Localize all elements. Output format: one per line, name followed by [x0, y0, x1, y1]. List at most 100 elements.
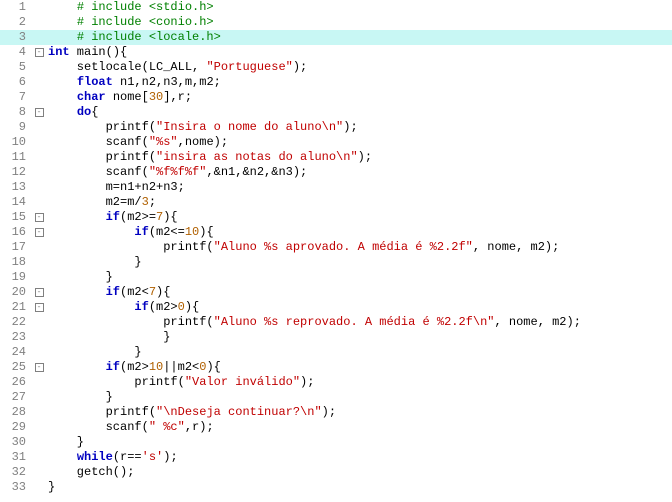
code-line[interactable]: 11 printf("insira as notas do aluno\n"); [0, 150, 672, 165]
code-line[interactable]: 16- if(m2<=10){ [0, 225, 672, 240]
fold-toggle-icon[interactable]: - [35, 213, 44, 222]
fold-toggle-icon[interactable]: - [35, 108, 44, 117]
token-plain: } [48, 255, 142, 269]
code-line[interactable]: 4-int main(){ [0, 45, 672, 60]
fold-toggle-icon[interactable]: - [35, 48, 44, 57]
fold-toggle-icon[interactable]: - [35, 363, 44, 372]
code-content[interactable]: printf("Insira o nome do aluno\n"); [46, 120, 358, 135]
code-line[interactable]: 18 } [0, 255, 672, 270]
code-content[interactable]: printf("\nDeseja continuar?\n"); [46, 405, 336, 420]
code-content[interactable]: printf("Valor inválido"); [46, 375, 314, 390]
code-content[interactable]: if(m2>10||m2<0){ [46, 360, 221, 375]
code-content[interactable]: char nome[30],r; [46, 90, 192, 105]
code-content[interactable]: } [46, 255, 142, 270]
token-kw: int [48, 45, 70, 59]
code-content[interactable]: getch(); [46, 465, 134, 480]
code-line[interactable]: 13 m=n1+n2+n3; [0, 180, 672, 195]
line-number: 28 [0, 405, 32, 420]
token-plain: scanf( [48, 420, 149, 434]
code-line[interactable]: 22 printf("Aluno %s reprovado. A média é… [0, 315, 672, 330]
code-content[interactable]: # include <conio.h> [46, 15, 214, 30]
code-content[interactable]: m=n1+n2+n3; [46, 180, 185, 195]
code-line[interactable]: 6 float n1,n2,n3,m,m2; [0, 75, 672, 90]
code-content[interactable]: if(m2>=7){ [46, 210, 178, 225]
fold-gutter[interactable]: - [32, 285, 46, 300]
token-plain: } [48, 435, 84, 449]
code-content[interactable]: printf("insira as notas do aluno\n"); [46, 150, 372, 165]
token-kw: char [77, 90, 106, 104]
fold-toggle-icon[interactable]: - [35, 288, 44, 297]
fold-gutter[interactable]: - [32, 105, 46, 120]
line-number: 5 [0, 60, 32, 75]
code-line[interactable]: 31 while(r=='s'); [0, 450, 672, 465]
code-line[interactable]: 25- if(m2>10||m2<0){ [0, 360, 672, 375]
code-line[interactable]: 28 printf("\nDeseja continuar?\n"); [0, 405, 672, 420]
code-content[interactable]: } [46, 435, 84, 450]
fold-gutter[interactable]: - [32, 360, 46, 375]
fold-toggle-icon[interactable]: - [35, 228, 44, 237]
code-content[interactable]: if(m2<=10){ [46, 225, 214, 240]
code-content[interactable]: float n1,n2,n3,m,m2; [46, 75, 221, 90]
fold-toggle-icon[interactable]: - [35, 303, 44, 312]
fold-gutter[interactable]: - [32, 45, 46, 60]
token-plain: ){ [206, 360, 220, 374]
code-line[interactable]: 26 printf("Valor inválido"); [0, 375, 672, 390]
code-content[interactable]: if(m2>0){ [46, 300, 199, 315]
code-line[interactable]: 8- do{ [0, 105, 672, 120]
code-line[interactable]: 27 } [0, 390, 672, 405]
code-line[interactable]: 23 } [0, 330, 672, 345]
code-line[interactable]: 1 # include <stdio.h> [0, 0, 672, 15]
code-content[interactable]: while(r=='s'); [46, 450, 178, 465]
code-content[interactable]: scanf("%s",nome); [46, 135, 228, 150]
code-line[interactable]: 7 char nome[30],r; [0, 90, 672, 105]
fold-gutter[interactable]: - [32, 225, 46, 240]
code-content[interactable]: } [46, 480, 55, 495]
code-line[interactable]: 2 # include <conio.h> [0, 15, 672, 30]
fold-gutter[interactable]: - [32, 210, 46, 225]
code-content[interactable]: } [46, 390, 113, 405]
code-line[interactable]: 10 scanf("%s",nome); [0, 135, 672, 150]
code-line[interactable]: 29 scanf(" %c",r); [0, 420, 672, 435]
code-content[interactable]: setlocale(LC_ALL, "Portuguese"); [46, 60, 307, 75]
code-content[interactable]: printf("Aluno %s reprovado. A média é %2… [46, 315, 581, 330]
code-editor[interactable]: 1 # include <stdio.h>2 # include <conio.… [0, 0, 672, 495]
code-content[interactable]: do{ [46, 105, 98, 120]
code-line[interactable]: 5 setlocale(LC_ALL, "Portuguese"); [0, 60, 672, 75]
token-plain: printf( [48, 150, 156, 164]
code-content[interactable]: } [46, 270, 113, 285]
code-line[interactable]: 19 } [0, 270, 672, 285]
code-line[interactable]: 12 scanf("%f%f%f",&n1,&n2,&n3); [0, 165, 672, 180]
token-plain: m2=m/ [48, 195, 142, 209]
code-content[interactable]: # include <stdio.h> [46, 0, 214, 15]
code-content[interactable]: printf("Aluno %s aprovado. A média é %2.… [46, 240, 559, 255]
token-plain [48, 360, 106, 374]
code-content[interactable]: # include <locale.h> [46, 30, 221, 45]
code-content[interactable]: int main(){ [46, 45, 127, 60]
code-line[interactable]: 17 printf("Aluno %s aprovado. A média é … [0, 240, 672, 255]
code-line[interactable]: 33} [0, 480, 672, 495]
line-number: 32 [0, 465, 32, 480]
code-content[interactable]: } [46, 330, 170, 345]
code-line[interactable]: 20- if(m2<7){ [0, 285, 672, 300]
code-line[interactable]: 3 # include <locale.h> [0, 30, 672, 45]
code-line[interactable]: 32 getch(); [0, 465, 672, 480]
code-content[interactable]: m2=m/3; [46, 195, 156, 210]
code-line[interactable]: 30 } [0, 435, 672, 450]
line-number: 10 [0, 135, 32, 150]
fold-gutter[interactable]: - [32, 300, 46, 315]
code-content[interactable]: if(m2<7){ [46, 285, 170, 300]
token-plain: scanf( [48, 135, 149, 149]
code-line[interactable]: 24 } [0, 345, 672, 360]
code-content[interactable]: } [46, 345, 142, 360]
line-number: 3 [0, 30, 32, 45]
line-number: 25 [0, 360, 32, 375]
code-line[interactable]: 15- if(m2>=7){ [0, 210, 672, 225]
code-line[interactable]: 21- if(m2>0){ [0, 300, 672, 315]
code-content[interactable]: scanf(" %c",r); [46, 420, 214, 435]
token-plain: printf( [48, 240, 214, 254]
code-line[interactable]: 9 printf("Insira o nome do aluno\n"); [0, 120, 672, 135]
fold-gutter [32, 420, 46, 435]
code-content[interactable]: scanf("%f%f%f",&n1,&n2,&n3); [46, 165, 307, 180]
line-number: 26 [0, 375, 32, 390]
code-line[interactable]: 14 m2=m/3; [0, 195, 672, 210]
